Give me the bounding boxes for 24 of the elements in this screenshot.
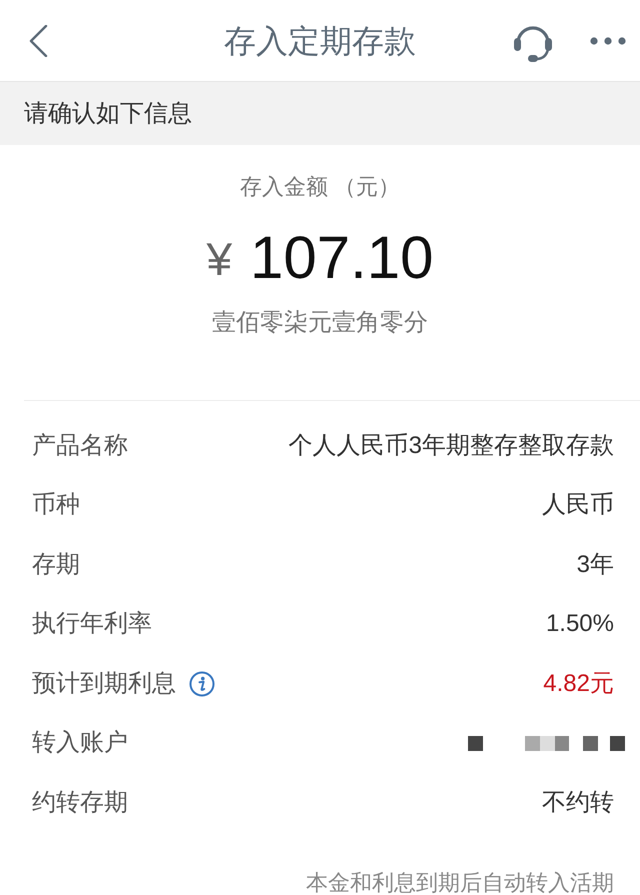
row-label: 存期 [32,550,80,580]
more-dots-icon [590,36,626,44]
row-value: 个人人民币3年期整存整取存款 [288,430,614,461]
interest-value: 4.82元 [543,668,614,699]
row-label: 预计到期利息 [32,668,176,699]
row-label: 执行年利率 [32,609,152,640]
footnote-text: 本金和利息到期后自动转入活期 [306,870,614,894]
amount-label: 存入金额 （元） [240,173,400,201]
info-icon[interactable] [189,670,215,697]
row-label: 转入账户 [32,728,128,758]
row-label: 产品名称 [32,430,128,461]
row-value: 人民币 [542,490,614,520]
notice-text: 请确认如下信息 [24,98,192,128]
more-button[interactable] [590,34,626,46]
amount-value: 107.10 [250,223,434,293]
row-label: 约转存期 [32,788,128,818]
row-value: 1.50% [546,609,614,640]
row-value: 3年 [576,550,614,580]
page-title: 存入定期存款 [223,22,417,60]
row-value: 不约转 [542,788,614,818]
amount-in-words: 壹佰零柒元壹角零分 [212,308,428,338]
row-label: 币种 [32,490,80,520]
back-chevron-icon [28,24,48,56]
currency-symbol: ¥ [206,232,232,287]
